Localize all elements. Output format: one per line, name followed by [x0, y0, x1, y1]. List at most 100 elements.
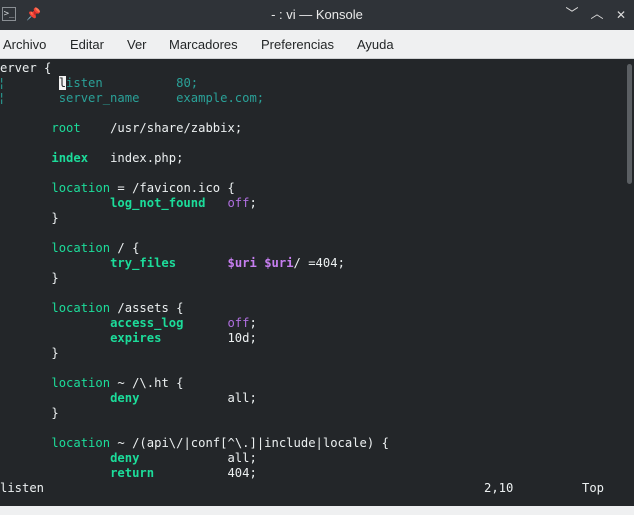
editor-line: }	[0, 271, 59, 286]
menu-marcadores[interactable]: Marcadores	[169, 30, 238, 59]
menu-ayuda[interactable]: Ayuda	[357, 30, 394, 59]
code-token: ;	[249, 316, 257, 330]
editor-line: server_name example.com;	[0, 91, 264, 106]
editor-line: access_log off;	[0, 316, 257, 331]
menu-archivo[interactable]: Archivo	[3, 30, 46, 59]
code-token: 404;	[154, 466, 257, 480]
code-token: /assets {	[110, 301, 184, 315]
code-token: index	[51, 151, 89, 165]
code-token: }	[0, 211, 59, 225]
editor-line: location /assets {	[0, 301, 183, 316]
editor-line: return 404;	[0, 466, 257, 481]
cursor-position: 2,10	[484, 481, 514, 495]
code-token: server_name example.com;	[0, 91, 265, 105]
code-token: location	[51, 376, 111, 390]
editor-line: deny all;	[0, 391, 257, 406]
code-token: }	[0, 271, 59, 285]
menu-editar[interactable]: Editar	[70, 30, 104, 59]
editor-line: index index.php;	[0, 151, 183, 166]
code-token: erver {	[0, 61, 52, 75]
window-title: - : vi — Konsole	[271, 7, 363, 22]
code-token: $uri	[264, 256, 294, 270]
editor-line: }	[0, 346, 59, 361]
gutter-mark: ¦	[0, 91, 6, 105]
editor-line: log_not_found off;	[0, 196, 257, 211]
text-cursor: l	[58, 76, 67, 90]
terminal-view[interactable]: erver { listen 80; server_name example.c…	[0, 59, 620, 506]
code-token: deny	[110, 391, 140, 405]
editor-line: location = /favicon.ico {	[0, 181, 235, 196]
editor-line: deny all;	[0, 451, 257, 466]
code-token: deny	[110, 451, 140, 465]
minimize-icon[interactable]: ﹀	[563, 6, 581, 24]
editor-line: try_files $uri $uri/ =404;	[0, 256, 345, 271]
code-token: index.php;	[88, 151, 184, 165]
code-token: / {	[110, 241, 140, 255]
code-token: }	[0, 346, 59, 360]
scroll-position: Top	[582, 481, 605, 495]
code-token: return	[110, 466, 155, 480]
close-icon[interactable]: ✕	[612, 6, 630, 24]
code-token: location	[51, 301, 111, 315]
status-message: listen	[0, 481, 45, 495]
code-token: location	[51, 436, 111, 450]
code-token: access_log	[110, 316, 184, 330]
code-token: all;	[139, 451, 257, 465]
code-token: / =404;	[293, 256, 345, 270]
editor-line: }	[0, 406, 59, 421]
editor-line: location ~ /(api\/|conf[^\.]|include|loc…	[0, 436, 389, 451]
code-token: ~ /(api\/|conf[^\.]|include|locale) {	[110, 436, 389, 450]
editor-line: listen 80;	[0, 76, 198, 91]
vi-status-line: listen 2,10 Top	[0, 481, 620, 496]
menu-bar: Archivo Editar Ver Marcadores Preferenci…	[0, 30, 634, 59]
editor-line: erver {	[0, 61, 51, 76]
title-bar: >_ 📌 - : vi — Konsole ﹀ ︿ ✕	[0, 0, 634, 30]
gutter-mark: ¦	[0, 76, 6, 90]
editor-line: location ~ /\.ht {	[0, 376, 183, 391]
code-token: $uri	[227, 256, 257, 270]
scrollbar-handle[interactable]	[627, 64, 632, 184]
code-token: log_not_found	[110, 196, 206, 210]
code-token: off	[227, 316, 250, 330]
menu-preferencias[interactable]: Preferencias	[261, 30, 334, 59]
editor-line: }	[0, 211, 59, 226]
code-token: 10d;	[161, 331, 257, 345]
menu-ver[interactable]: Ver	[127, 30, 147, 59]
code-token: location	[51, 241, 111, 255]
editor-line: root /usr/share/zabbix;	[0, 121, 242, 136]
code-token: all;	[139, 391, 257, 405]
code-token: location	[51, 181, 111, 195]
editor-line: expires 10d;	[0, 331, 257, 346]
code-token: off	[227, 196, 250, 210]
code-token: expires	[110, 331, 162, 345]
code-token: = /favicon.ico {	[110, 181, 235, 195]
code-token: ~ /\.ht {	[110, 376, 184, 390]
maximize-icon[interactable]: ︿	[588, 6, 606, 24]
editor-line: location / {	[0, 241, 139, 256]
code-token: try_files	[110, 256, 177, 270]
code-token: isten 80;	[66, 76, 199, 90]
window-bottom-edge	[0, 506, 634, 515]
code-token: /usr/share/zabbix;	[80, 121, 243, 135]
code-token: root	[51, 121, 81, 135]
code-token: ;	[249, 196, 257, 210]
code-token: }	[0, 406, 59, 420]
